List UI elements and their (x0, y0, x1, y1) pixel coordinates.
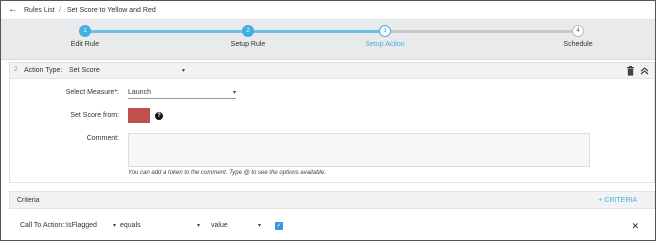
criteria-value-type: value (211, 222, 228, 229)
chevron-down-icon: ▾ (196, 223, 200, 229)
criteria-header: Criteria + CRITERIA (9, 191, 655, 209)
comment-label: Comment: (86, 135, 119, 142)
progress-track-remaining (386, 30, 579, 33)
progress-track-done (85, 30, 382, 33)
comment-hint: You can add a token to the comment. Type… (128, 170, 326, 176)
step-2-label[interactable]: Setup Rule (231, 41, 266, 48)
page-title: Set Score to Yellow and Red (67, 7, 156, 14)
add-criteria-button[interactable]: + CRITERIA (598, 197, 637, 204)
criteria-field-select[interactable]: Call To Action::IsFlagged ▾ (20, 222, 116, 229)
step-4-label[interactable]: Schedule (563, 41, 592, 48)
action-type-value: Set Score (69, 67, 100, 74)
back-arrow-icon[interactable]: ← (8, 5, 18, 15)
criteria-row: Call To Action::IsFlagged ▾ equals ▾ val… (9, 219, 655, 237)
criteria-title: Criteria (17, 197, 40, 204)
chevron-down-icon: ▾ (112, 223, 116, 229)
trash-icon[interactable] (626, 66, 635, 76)
action-type-select[interactable]: Set Score ▾ (69, 67, 185, 74)
breadcrumb-rules-list[interactable]: Rules List (24, 7, 55, 14)
action-panel-body: Select Measure*: Launch ▾ Set Score from… (9, 79, 655, 183)
select-measure-label: Select Measure*: (65, 89, 119, 96)
criteria-value-type-select[interactable]: value ▾ (211, 222, 261, 229)
criteria-field-value: Call To Action::IsFlagged (20, 222, 97, 229)
action-type-label: Action Type: (24, 67, 63, 74)
measure-select[interactable]: Launch ▾ (128, 89, 236, 99)
measure-value: Launch (128, 89, 151, 96)
chevron-down-icon: ▾ (232, 90, 236, 96)
criteria-value-checkbox[interactable]: ✓ (275, 222, 283, 230)
set-score-label: Set Score from: (70, 112, 119, 119)
collapse-icon[interactable] (640, 66, 649, 76)
breadcrumb-separator: / (59, 7, 61, 14)
step-1-label[interactable]: Edit Rule (71, 41, 99, 48)
score-color-picker[interactable] (128, 108, 150, 123)
breadcrumb: ← Rules List / Set Score to Yellow and R… (1, 1, 655, 20)
step-1-circle[interactable]: 1 (79, 25, 91, 37)
step-3-label[interactable]: Setup Action (365, 41, 404, 48)
chevron-down-icon: ▾ (181, 68, 185, 74)
help-icon[interactable]: ? (155, 112, 163, 120)
close-icon[interactable]: ✕ (631, 221, 639, 232)
comment-textarea[interactable] (128, 133, 590, 167)
chevron-down-icon: ▾ (257, 223, 261, 229)
step-3-circle[interactable]: 3 (379, 25, 391, 37)
step-2-circle[interactable]: 2 (242, 25, 254, 37)
action-number-badge: 2 (14, 67, 18, 73)
step-4-circle[interactable]: 4 (572, 25, 584, 37)
criteria-operator-select[interactable]: equals ▾ (120, 222, 200, 229)
action-panel-header: 2 Action Type: Set Score ▾ (9, 62, 655, 79)
criteria-operator-value: equals (120, 222, 141, 229)
wizard-stepper: 1 Edit Rule 2 Setup Rule 3 Setup Action … (1, 20, 655, 60)
